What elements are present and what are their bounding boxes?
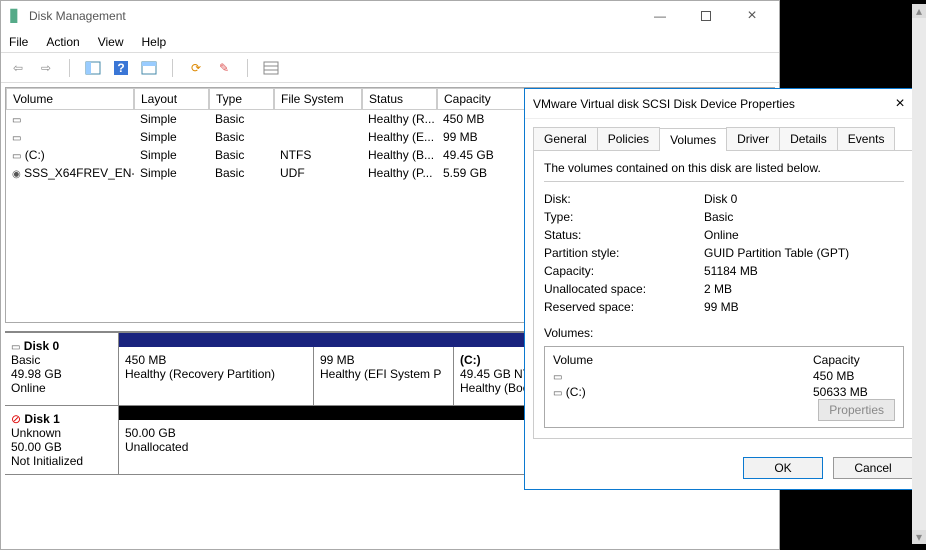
svg-text:?: ?: [117, 61, 124, 75]
vol-fs: [274, 110, 362, 128]
window-title: Disk Management: [25, 9, 637, 23]
drive-icon: [12, 148, 21, 162]
vol-status: Healthy (R...: [362, 110, 437, 128]
prop-capacity: 51184 MB: [704, 264, 904, 278]
tab-general[interactable]: General: [533, 127, 598, 150]
menu-view[interactable]: View: [98, 35, 124, 49]
volumes-listbox[interactable]: Volume Capacity 450 MB (C:) 50633 MB Pro…: [544, 346, 904, 428]
column-layout[interactable]: Layout: [134, 88, 209, 110]
list-item[interactable]: 450 MB: [553, 369, 895, 383]
volumes-label: Volumes:: [544, 326, 904, 340]
view-top-icon[interactable]: [140, 59, 158, 77]
menubar: File Action View Help: [1, 31, 779, 53]
app-icon: [5, 9, 25, 23]
list-item[interactable]: (C:) 50633 MB: [553, 385, 895, 399]
minimize-button[interactable]: —: [637, 1, 683, 31]
drive-icon: [553, 385, 562, 399]
scroll-down-icon[interactable]: ▾: [912, 530, 926, 544]
drive-icon: [11, 339, 20, 353]
forward-icon[interactable]: ⇨: [37, 59, 55, 77]
toolbar: ⇦ ⇨ ? ⟳ ✎: [1, 53, 779, 83]
volbox-col-capacity: Capacity: [813, 353, 860, 367]
properties-dialog: VMware Virtual disk SCSI Disk Device Pro…: [524, 88, 924, 490]
tab-policies[interactable]: Policies: [597, 127, 660, 150]
prop-type: Basic: [704, 210, 904, 224]
disk0-part-efi[interactable]: 99 MB Healthy (EFI System P: [314, 347, 454, 405]
disk0-part-recovery[interactable]: 450 MB Healthy (Recovery Partition): [119, 347, 314, 405]
blurb: The volumes contained on this disk are l…: [544, 161, 904, 182]
prop-status: Online: [704, 228, 904, 242]
column-volume[interactable]: Volume: [6, 88, 134, 110]
tab-details[interactable]: Details: [779, 127, 838, 150]
disk0-label: Disk 0 Basic 49.98 GB Online: [5, 333, 119, 405]
titlebar: Disk Management — ×: [1, 1, 779, 31]
drive-icon: [12, 130, 21, 144]
drive-icon: [553, 369, 562, 383]
tab-driver[interactable]: Driver: [726, 127, 780, 150]
dialog-close-button[interactable]: ×: [885, 95, 915, 113]
prop-disk: Disk 0: [704, 192, 904, 206]
vol-cap: 450 MB: [437, 110, 527, 128]
vol-name: SSS_X64FREV_EN-...: [24, 166, 134, 180]
column-status[interactable]: Status: [362, 88, 437, 110]
cancel-button[interactable]: Cancel: [833, 457, 913, 479]
column-type[interactable]: Type: [209, 88, 274, 110]
help-icon[interactable]: ?: [112, 59, 130, 77]
tab-strip: General Policies Volumes Driver Details …: [525, 119, 923, 150]
prop-partition-style: GUID Partition Table (GPT): [704, 246, 904, 260]
column-capacity[interactable]: Capacity: [437, 88, 527, 110]
disk1-label: ⊘ Disk 1 Unknown 50.00 GB Not Initialize…: [5, 406, 119, 474]
tab-events[interactable]: Events: [837, 127, 896, 150]
prop-reserved: 99 MB: [704, 300, 904, 314]
vol-name: (C:): [25, 148, 45, 162]
ok-button[interactable]: OK: [743, 457, 823, 479]
dialog-title: VMware Virtual disk SCSI Disk Device Pro…: [533, 97, 885, 111]
drive-icon: [12, 112, 21, 126]
back-icon[interactable]: ⇦: [9, 59, 27, 77]
menu-file[interactable]: File: [9, 35, 28, 49]
vol-layout: Simple: [134, 110, 209, 128]
scroll-up-icon[interactable]: ▴: [912, 4, 926, 18]
volbox-col-volume: Volume: [553, 353, 813, 367]
disc-icon: [12, 166, 21, 180]
tab-volumes[interactable]: Volumes: [659, 128, 727, 151]
prop-unallocated: 2 MB: [704, 282, 904, 296]
column-file-system[interactable]: File System: [274, 88, 362, 110]
properties-button: Properties: [818, 399, 895, 421]
menu-help[interactable]: Help: [142, 35, 167, 49]
list-icon[interactable]: [262, 59, 280, 77]
menu-action[interactable]: Action: [46, 35, 79, 49]
rescan-icon[interactable]: ✎: [215, 59, 233, 77]
error-icon: ⊘: [11, 412, 21, 426]
show-hide-icon[interactable]: [84, 59, 102, 77]
close-button[interactable]: ×: [729, 1, 775, 31]
vol-type: Basic: [209, 110, 274, 128]
maximize-button[interactable]: [683, 1, 729, 31]
tab-body: The volumes contained on this disk are l…: [533, 150, 915, 439]
refresh-icon[interactable]: ⟳: [187, 59, 205, 77]
scrollbar[interactable]: ▴ ▾: [912, 4, 926, 544]
dialog-titlebar: VMware Virtual disk SCSI Disk Device Pro…: [525, 89, 923, 119]
